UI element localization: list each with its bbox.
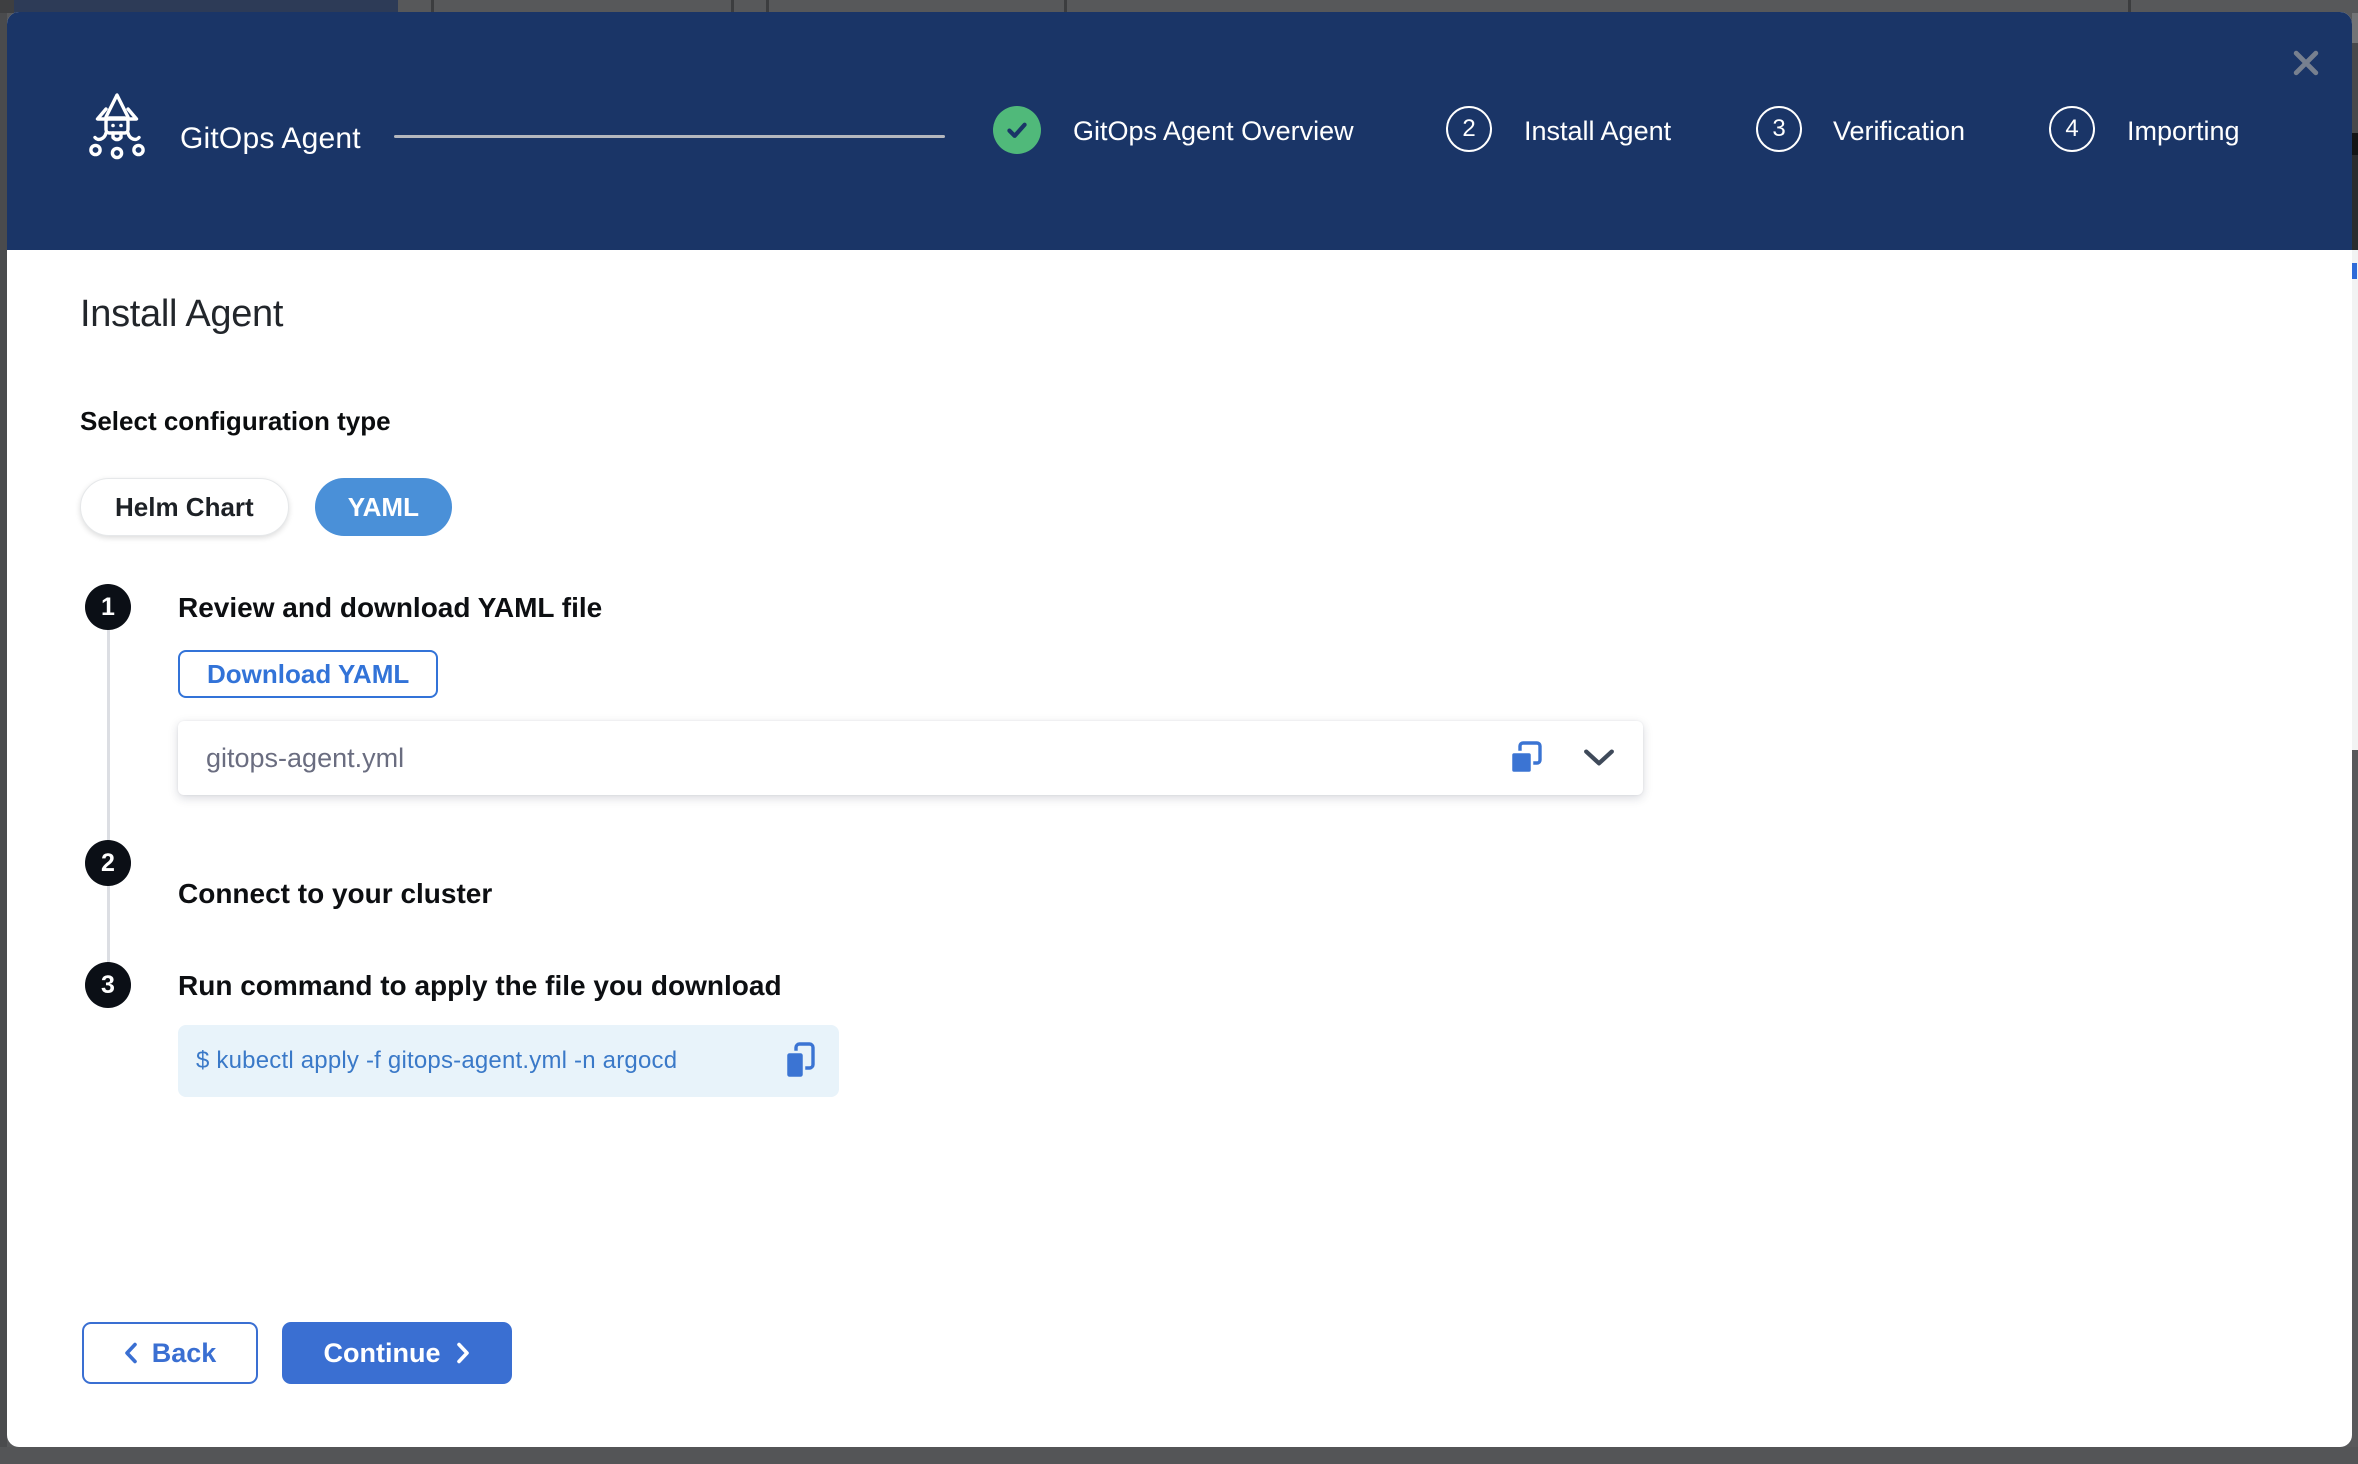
continue-button-label: Continue	[324, 1338, 441, 1369]
step-3-title: Run command to apply the file you downlo…	[178, 970, 782, 1002]
yaml-file-name: gitops-agent.yml	[206, 743, 404, 774]
step-2-badge: 2	[85, 840, 131, 886]
step-1-badge: 1	[85, 584, 131, 630]
chevron-right-icon	[456, 1342, 470, 1364]
copy-icon[interactable]	[1507, 739, 1545, 777]
stepper-label-verification[interactable]: Verification	[1833, 114, 1965, 148]
config-type-label: Select configuration type	[80, 406, 391, 437]
background-left-edge	[0, 13, 7, 1447]
stepper-label-install-agent[interactable]: Install Agent	[1524, 114, 1671, 148]
stepper-step-importing[interactable]: 4	[2049, 106, 2095, 152]
download-yaml-button[interactable]: Download YAML	[178, 650, 438, 698]
copy-icon[interactable]	[779, 1039, 819, 1083]
stepper-step-install-agent[interactable]: 2	[1446, 106, 1492, 152]
kubectl-command-text: $ kubectl apply -f gitops-agent.yml -n a…	[196, 1047, 677, 1075]
stepper-label-overview[interactable]: GitOps Agent Overview	[1073, 114, 1354, 148]
background-right-edge	[2352, 250, 2358, 750]
background-right-edge	[2352, 750, 2358, 1447]
hamburger-menu-icon-sliver	[2352, 133, 2358, 155]
background-bottom-strip	[0, 1447, 2358, 1464]
stepper-step-verification[interactable]: 3	[1756, 106, 1802, 152]
background-right-edge	[2352, 13, 2358, 43]
step-2-title: Connect to your cluster	[178, 878, 492, 910]
config-option-yaml[interactable]: YAML	[315, 478, 452, 536]
argo-octopus-icon	[87, 92, 147, 160]
wizard-app-title: GitOps Agent	[180, 122, 361, 156]
wizard-header: GitOps Agent GitOps Agent Overview 2 Ins…	[7, 12, 2352, 250]
step-connector-line	[107, 607, 110, 986]
page-title: Install Agent	[80, 293, 283, 336]
background-text-sliver	[2352, 263, 2357, 279]
back-button[interactable]: Back	[82, 1322, 258, 1384]
background-right-edge	[2352, 43, 2358, 133]
stepper-label-importing[interactable]: Importing	[2127, 114, 2240, 148]
chevron-left-icon	[124, 1342, 138, 1364]
step-3-badge: 3	[85, 962, 131, 1008]
close-icon[interactable]	[2289, 46, 2323, 80]
check-icon	[1003, 116, 1031, 144]
yaml-file-row[interactable]: gitops-agent.yml	[178, 721, 1643, 795]
kubectl-command-box: $ kubectl apply -f gitops-agent.yml -n a…	[178, 1025, 839, 1097]
chevron-down-icon[interactable]	[1583, 748, 1615, 768]
gitops-agent-wizard-modal: GitOps Agent GitOps Agent Overview 2 Ins…	[7, 12, 2352, 1447]
config-type-toggle: Helm Chart YAML	[80, 478, 452, 536]
continue-button[interactable]: Continue	[282, 1322, 512, 1384]
header-divider-line	[394, 135, 945, 138]
step-1-title: Review and download YAML file	[178, 592, 602, 624]
background-right-edge	[2352, 155, 2358, 250]
config-option-helm-chart[interactable]: Helm Chart	[80, 478, 289, 536]
back-button-label: Back	[152, 1338, 217, 1369]
stepper-step-overview check-circle-icon[interactable]	[993, 106, 1041, 154]
